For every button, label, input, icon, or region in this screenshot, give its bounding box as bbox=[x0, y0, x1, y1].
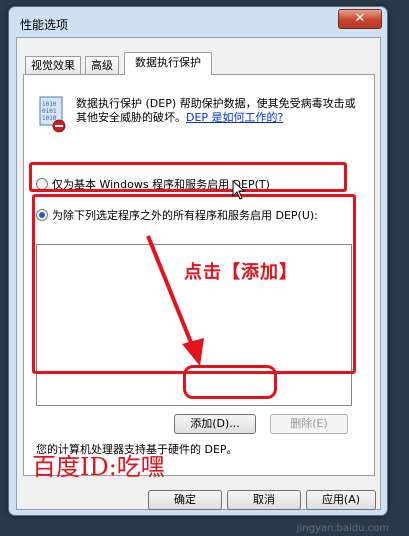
cancel-button[interactable]: 取消 bbox=[227, 490, 301, 510]
annotation-arrow bbox=[146, 235, 204, 366]
radio-all-label: 为除下列选定程序之外的所有程序和服务启用 DEP(U): bbox=[52, 209, 318, 222]
close-button[interactable]: ✕ bbox=[338, 9, 382, 29]
window-title: 性能选项 bbox=[20, 18, 69, 32]
dep-description: 数据执行保护 (DEP) 帮助保护数据，使其免受病毒攻击或其他安全威胁的破坏。D… bbox=[76, 97, 356, 125]
watermark-baidu-id: 百度ID:吃嘿 bbox=[32, 453, 165, 481]
title-bar[interactable]: 性能选项 ✕ bbox=[9, 7, 387, 37]
radio-basic-circle[interactable] bbox=[36, 178, 48, 190]
add-button[interactable]: 添加(D)... bbox=[174, 414, 256, 434]
svg-text:1010: 1010 bbox=[42, 101, 57, 108]
mouse-cursor-icon bbox=[232, 180, 246, 200]
dep-shield-icon: 1010 0101 1010 bbox=[39, 96, 66, 133]
tab-dep[interactable]: 数据执行保护 bbox=[124, 52, 212, 75]
watermark-site: jingyan.baidu.com bbox=[296, 523, 389, 534]
radio-all-option[interactable]: 为除下列选定程序之外的所有程序和服务启用 DEP(U): bbox=[36, 209, 318, 223]
apply-button[interactable]: 应用(A) bbox=[306, 490, 376, 510]
remove-button[interactable]: 删除(E) bbox=[270, 414, 348, 434]
svg-text:1010: 1010 bbox=[42, 115, 57, 122]
radio-all-circle[interactable] bbox=[36, 209, 48, 221]
tab-advanced[interactable]: 高级 bbox=[85, 56, 119, 74]
ok-button[interactable]: 确定 bbox=[148, 490, 222, 510]
svg-text:0101: 0101 bbox=[42, 108, 57, 115]
tab-visual-effects[interactable]: 视觉效果 bbox=[25, 56, 81, 74]
dep-help-link[interactable]: DEP 是如何工作的? bbox=[186, 111, 283, 124]
